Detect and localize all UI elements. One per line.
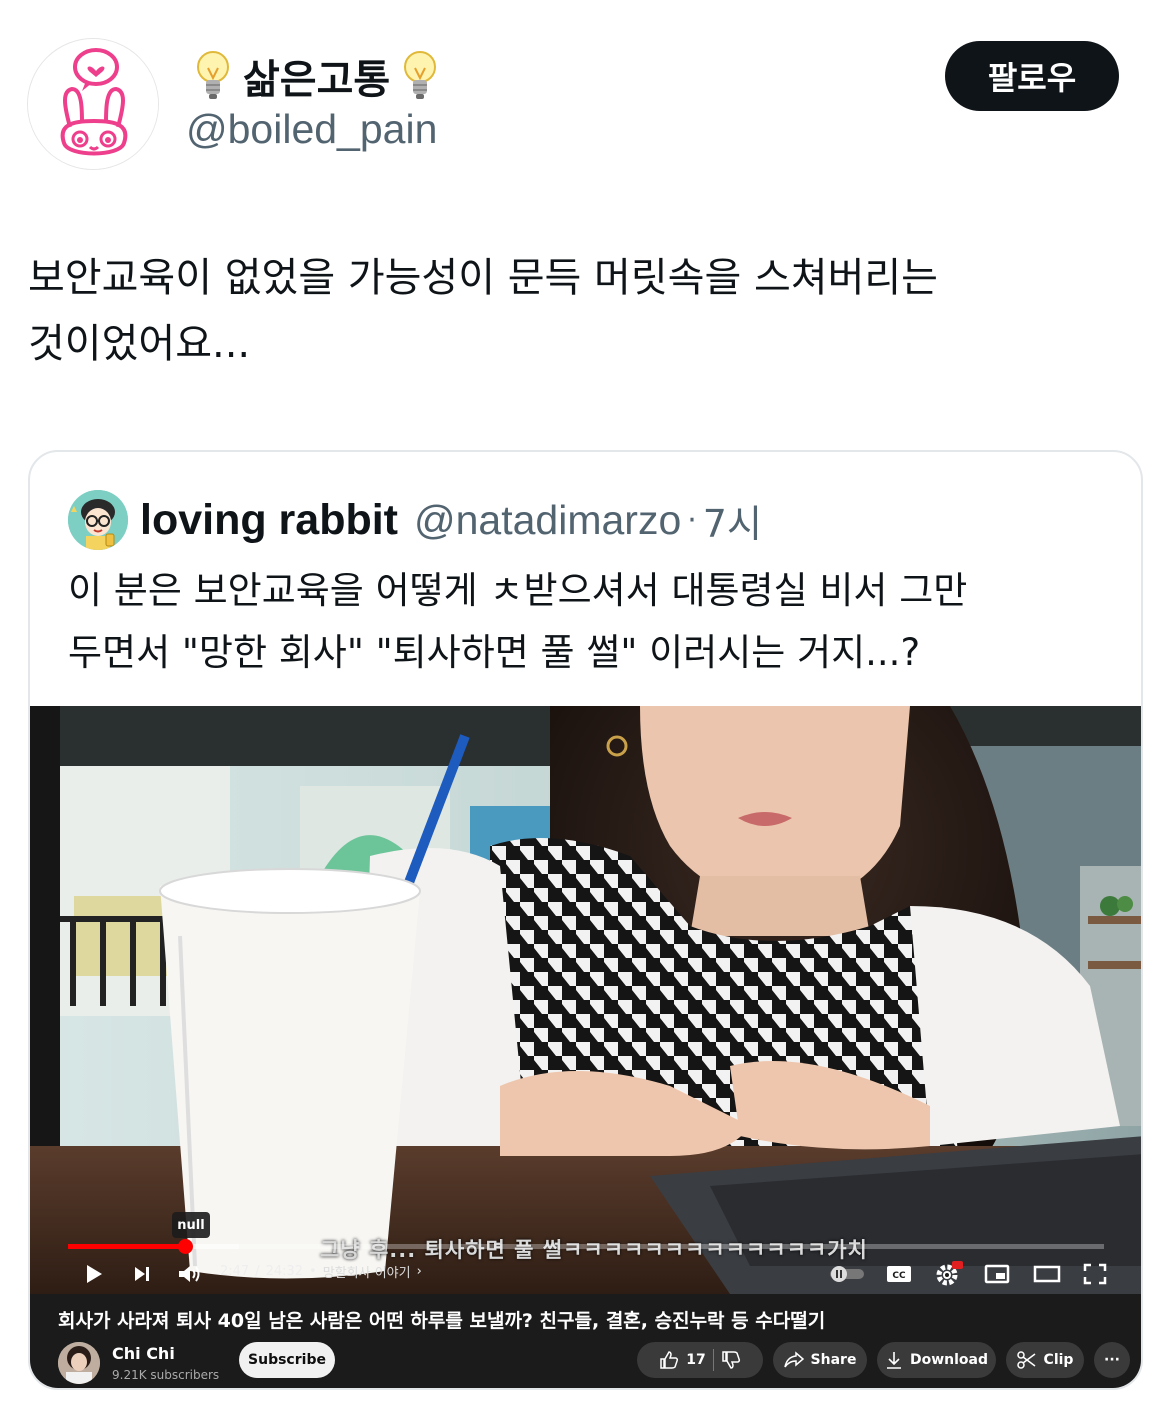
play-icon xyxy=(87,1265,102,1283)
quote-text: 이 분은 보안교육을 어떻게 ㅊ받으셔서 대통령실 비서 그만 두면서 "망한 … xyxy=(68,569,968,674)
chapter-separator: • xyxy=(309,1264,317,1279)
follow-button[interactable]: 팔로우 xyxy=(945,41,1119,111)
autoplay-toggle-icon xyxy=(830,1266,864,1282)
author-display-name[interactable]: 삶은고통 xyxy=(195,48,438,104)
progress-bar[interactable] xyxy=(68,1239,1104,1254)
more-icon: ··· xyxy=(1104,1352,1120,1368)
volume-button[interactable] xyxy=(176,1260,204,1288)
progress-played xyxy=(68,1244,186,1249)
youtube-video-screenshot[interactable]: null 그냥 후... 퇴사하면 풀 썰ㅋㅋㅋㅋㅋㅋㅋㅋㅋㅋㅋㅋㅋ가치 2:4… xyxy=(30,706,1141,1388)
play-button[interactable] xyxy=(82,1260,106,1288)
dislike-button[interactable] xyxy=(721,1350,741,1370)
video-meta-row: Chi Chi 9.21K subscribers Subscribe 17 S… xyxy=(30,1342,1141,1388)
chapter-tooltip: null xyxy=(172,1212,210,1238)
author-avatar[interactable] xyxy=(27,38,159,170)
player-controls: null 그냥 후... 퇴사하면 풀 썰ㅋㅋㅋㅋㅋㅋㅋㅋㅋㅋㅋㅋㅋ가치 2:4… xyxy=(30,1194,1141,1294)
video-caption: 그냥 후... 퇴사하면 풀 썰ㅋㅋㅋㅋㅋㅋㅋㅋㅋㅋㅋㅋㅋ가치 xyxy=(320,1238,868,1262)
share-label: Share xyxy=(810,1352,857,1368)
autoplay-toggle[interactable] xyxy=(828,1260,866,1288)
time-display: 2:47 / 24:32 • 망할회사 이야기 › xyxy=(220,1262,422,1281)
like-dislike-pill: 17 xyxy=(637,1342,763,1378)
separator-dot: · xyxy=(687,502,697,538)
channel-avatar[interactable] xyxy=(58,1342,100,1384)
cc-button[interactable]: CC xyxy=(884,1260,914,1288)
more-actions-button[interactable]: ··· xyxy=(1094,1342,1130,1378)
video-title[interactable]: 회사가 사라져 퇴사 40일 남은 사람은 어떤 하루를 보낼까? 친구들, 결… xyxy=(58,1306,825,1333)
miniplayer-button[interactable] xyxy=(982,1260,1012,1288)
time-separator: / xyxy=(255,1264,260,1279)
thumbs-down-icon xyxy=(721,1351,740,1369)
author-handle[interactable]: @boiled_pain xyxy=(186,106,437,153)
svg-text:CC: CC xyxy=(892,1271,906,1281)
pill-divider xyxy=(712,1349,714,1371)
chapter-title[interactable]: 망할회사 이야기 xyxy=(323,1262,411,1281)
quote-timestamp[interactable]: 7시 xyxy=(703,493,762,548)
author-name-text: 삶은고통 xyxy=(243,57,391,103)
settings-icon xyxy=(936,1261,963,1286)
subscriber-count: 9.21K subscribers xyxy=(112,1368,220,1382)
fullscreen-button[interactable] xyxy=(1080,1260,1110,1288)
theater-icon xyxy=(1033,1265,1061,1283)
channel-name[interactable]: Chi Chi xyxy=(112,1344,175,1363)
scissors-icon xyxy=(1016,1351,1035,1369)
clip-button[interactable]: Clip xyxy=(1006,1342,1084,1378)
settings-button[interactable] xyxy=(932,1260,966,1288)
duration: 24:32 xyxy=(265,1264,304,1279)
download-button[interactable]: Download xyxy=(877,1342,996,1378)
progress-scrubber[interactable] xyxy=(178,1239,194,1254)
miniplayer-icon xyxy=(984,1264,1010,1284)
quote-author-handle[interactable]: @natadimarzo xyxy=(414,497,681,544)
share-button[interactable]: Share xyxy=(773,1342,867,1378)
quote-author-name[interactable]: loving rabbit xyxy=(140,496,398,545)
quote-author-avatar[interactable] xyxy=(68,490,128,550)
tweet-text: 보안교육이 없었을 가능성이 문득 머릿속을 스쳐버리는 것이었어요... xyxy=(28,255,938,367)
like-button[interactable]: 17 xyxy=(659,1350,706,1370)
fullscreen-icon xyxy=(1083,1263,1107,1285)
chevron-right-icon[interactable]: › xyxy=(417,1264,422,1279)
like-count: 17 xyxy=(686,1352,706,1368)
theater-button[interactable] xyxy=(1030,1260,1064,1288)
volume-icon xyxy=(179,1266,200,1282)
lightbulb-icon xyxy=(402,50,438,102)
quote-tweet-card[interactable]: loving rabbit @natadimarzo · 7시 이 분은 보안교… xyxy=(28,450,1143,1390)
thumbs-up-icon xyxy=(660,1351,679,1369)
subscribe-button[interactable]: Subscribe xyxy=(239,1342,335,1378)
clip-label: Clip xyxy=(1043,1352,1074,1368)
next-button[interactable] xyxy=(130,1260,154,1288)
cc-icon: CC xyxy=(887,1266,911,1282)
download-icon xyxy=(886,1352,901,1369)
download-label: Download xyxy=(909,1352,989,1368)
share-icon xyxy=(783,1351,804,1368)
lightbulb-icon xyxy=(195,50,231,102)
current-time: 2:47 xyxy=(220,1264,250,1279)
quote-header: loving rabbit @natadimarzo · 7시 xyxy=(140,492,762,548)
next-icon xyxy=(135,1267,149,1281)
